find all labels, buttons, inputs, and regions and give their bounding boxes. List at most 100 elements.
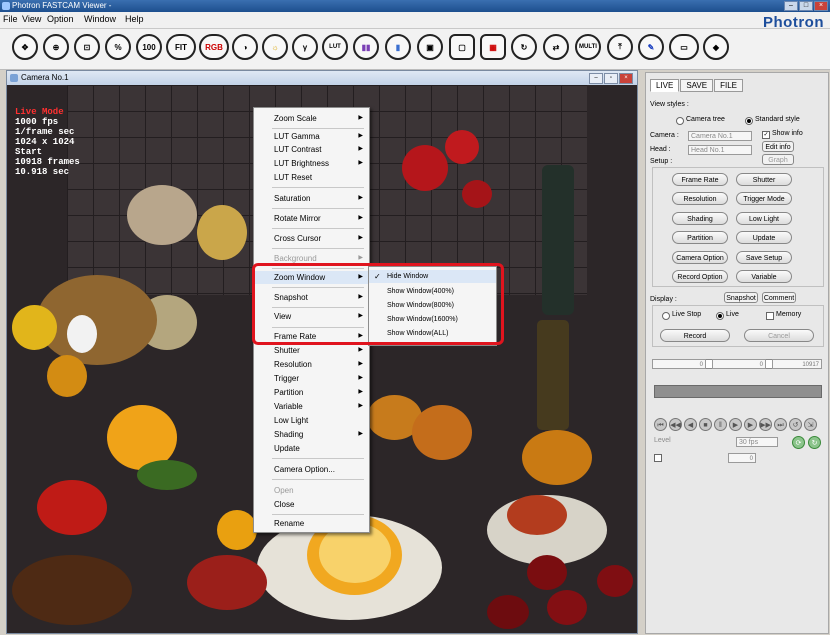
pause-icon[interactable]: ‖: [714, 418, 727, 431]
display-icon[interactable]: ▭: [669, 34, 699, 60]
loop-icon[interactable]: ↺: [789, 418, 802, 431]
menu-item-partition[interactable]: Partition ▶: [254, 386, 369, 399]
gamma-icon[interactable]: γ: [292, 34, 318, 60]
head-select[interactable]: Head No.1: [688, 145, 752, 155]
color-reset-icon[interactable]: ▮: [385, 34, 411, 60]
contrast-icon[interactable]: ◑: [232, 34, 258, 60]
zoom-in-icon[interactable]: ⊕: [43, 34, 69, 60]
move-icon[interactable]: ✥: [12, 34, 38, 60]
record-option-button[interactable]: Record Option: [672, 270, 728, 283]
restore-icon[interactable]: ▫: [604, 73, 618, 84]
step-forward-icon[interactable]: ▶: [744, 418, 757, 431]
export-icon[interactable]: ⇲: [804, 418, 817, 431]
close-icon[interactable]: ×: [814, 1, 828, 11]
lut-reset-icon[interactable]: LUT: [322, 34, 348, 60]
standard-style-radio[interactable]: [745, 117, 753, 125]
camera-select[interactable]: Camera No.1: [688, 131, 752, 141]
shading-button[interactable]: Shading: [672, 212, 728, 225]
tab-file[interactable]: FILE: [714, 79, 743, 92]
playback-progress-bar[interactable]: [654, 385, 822, 398]
menu-item-trigger[interactable]: Trigger ▶: [254, 372, 369, 385]
cursor-icon[interactable]: ⤒: [607, 34, 633, 60]
frame-rate-button[interactable]: Frame Rate: [672, 173, 728, 186]
menu-item-low-light[interactable]: Low Light: [254, 414, 369, 427]
repeat-green-icon[interactable]: ↻: [808, 436, 821, 449]
rewind-icon[interactable]: ◀◀: [669, 418, 682, 431]
menu-item-resolution[interactable]: Resolution ▶: [254, 358, 369, 371]
partition-button[interactable]: Partition: [672, 231, 728, 244]
minimize-icon[interactable]: –: [589, 73, 603, 84]
eraser-icon[interactable]: ◆: [703, 34, 729, 60]
tab-save[interactable]: SAVE: [680, 79, 714, 92]
refresh-icon[interactable]: ↻: [511, 34, 537, 60]
brightness-icon[interactable]: ☼: [262, 34, 288, 60]
menu-item-update[interactable]: Update: [254, 442, 369, 455]
maximize-icon[interactable]: □: [799, 1, 813, 11]
camera-window-titlebar[interactable]: Camera No.1 – ▫ ×: [7, 71, 637, 85]
variable-button[interactable]: Variable: [736, 270, 792, 283]
comment-button[interactable]: Comment: [762, 292, 796, 303]
menu-item-lut-contrast[interactable]: LUT Contrast ▶: [254, 143, 369, 156]
live-radio[interactable]: [716, 312, 724, 320]
fps-select[interactable]: 30 fps: [736, 437, 778, 447]
fast-forward-icon[interactable]: ▶▶: [759, 418, 772, 431]
window-icon[interactable]: ▢: [449, 34, 475, 60]
graph-button[interactable]: Graph: [762, 154, 794, 165]
camera-tree-radio[interactable]: [676, 117, 684, 125]
shutter-button[interactable]: Shutter: [736, 173, 792, 186]
close-icon[interactable]: ×: [619, 73, 633, 84]
color-bars-icon[interactable]: ▮▮: [353, 34, 379, 60]
snapshot-button[interactable]: Snapshot: [724, 292, 758, 303]
menu-file[interactable]: File: [3, 14, 18, 24]
menu-item-lut-brightness[interactable]: LUT Brightness ▶: [254, 157, 369, 170]
menu-item-rotate-mirror[interactable]: Rotate Mirror ▶: [254, 212, 369, 225]
zoom-100-icon[interactable]: 100: [136, 34, 162, 60]
menu-item-variable[interactable]: Variable ▶: [254, 400, 369, 413]
minimize-icon[interactable]: –: [784, 1, 798, 11]
sync-green-icon[interactable]: ⟳: [792, 436, 805, 449]
low-light-button[interactable]: Low Light: [736, 212, 792, 225]
rgb-icon[interactable]: RGB: [199, 34, 229, 60]
menu-help[interactable]: Help: [125, 14, 144, 24]
trigger-mode-button[interactable]: Trigger Mode: [736, 192, 792, 205]
frame-number-field[interactable]: 0: [728, 453, 756, 463]
multi-lock-icon[interactable]: MULTI: [575, 34, 601, 60]
menu-item-open[interactable]: Open: [254, 484, 369, 497]
edit-info-button[interactable]: Edit info: [762, 141, 794, 152]
menu-item-shutter[interactable]: Shutter ▶: [254, 344, 369, 357]
crop-icon[interactable]: ⊡: [74, 34, 100, 60]
step-back-icon[interactable]: ◀: [684, 418, 697, 431]
menu-item-shading[interactable]: Shading ▶: [254, 428, 369, 441]
slider-end-field[interactable]: 10917: [772, 359, 822, 369]
menu-item-camera-option[interactable]: Camera Option...: [254, 463, 369, 476]
menu-item-lut-reset[interactable]: LUT Reset: [254, 171, 369, 184]
pen-icon[interactable]: ✎: [638, 34, 664, 60]
memory-checkbox[interactable]: [766, 312, 774, 320]
percent-icon[interactable]: %: [105, 34, 131, 60]
resolution-button[interactable]: Resolution: [672, 192, 728, 205]
menu-window[interactable]: Window: [84, 14, 116, 24]
save-setup-button[interactable]: Save Setup: [736, 251, 792, 264]
slider-start-field[interactable]: 0: [652, 359, 706, 369]
sync-icon[interactable]: ⇄: [543, 34, 569, 60]
fit-icon[interactable]: FIT: [166, 34, 196, 60]
play-icon[interactable]: ▶: [729, 418, 742, 431]
menu-item-close[interactable]: Close: [254, 498, 369, 511]
slider-current-field[interactable]: 0: [712, 359, 766, 369]
stop-icon[interactable]: ■: [699, 418, 712, 431]
last-frame-icon[interactable]: ⏭: [774, 418, 787, 431]
menu-option[interactable]: Option: [47, 14, 74, 24]
menu-view[interactable]: View: [22, 14, 41, 24]
camera-option-button[interactable]: Camera Option: [672, 251, 728, 264]
cancel-button[interactable]: Cancel: [744, 329, 814, 342]
tab-live[interactable]: LIVE: [650, 79, 680, 92]
update-button[interactable]: Update: [736, 231, 792, 244]
first-frame-icon[interactable]: ⏮: [654, 418, 667, 431]
menu-item-zoom-scale[interactable]: Zoom Scale ▶: [254, 112, 369, 125]
menu-item-lut-gamma[interactable]: LUT Gamma ▶: [254, 130, 369, 143]
menu-item-cross-cursor[interactable]: Cross Cursor ▶: [254, 232, 369, 245]
menu-item-saturation[interactable]: Saturation ▶: [254, 192, 369, 205]
menu-item-rename[interactable]: Rename: [254, 517, 369, 530]
option-checkbox[interactable]: [654, 454, 662, 462]
show-info-checkbox[interactable]: ✓: [762, 131, 770, 139]
